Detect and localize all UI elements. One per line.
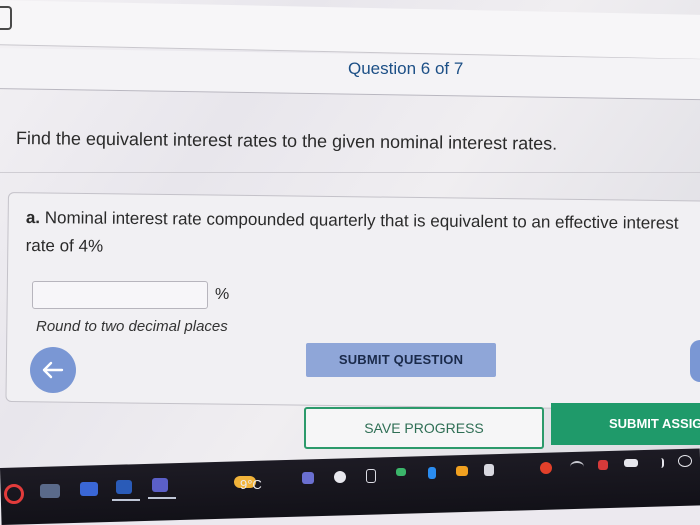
previous-button[interactable] xyxy=(30,347,76,393)
browser-viewport: Question 6 of 7 Find the equivalent inte… xyxy=(0,0,700,478)
teams-icon[interactable] xyxy=(152,478,168,492)
part-description: Nominal interest rate compounded quarter… xyxy=(25,208,679,256)
app-orange-icon[interactable] xyxy=(456,466,468,476)
app-tray-icon[interactable] xyxy=(334,471,346,483)
answer-input[interactable] xyxy=(32,281,208,309)
question-counter: Question 6 of 7 xyxy=(348,59,464,78)
app-red-icon[interactable] xyxy=(540,462,552,474)
question-prompt: Find the equivalent interest rates to th… xyxy=(15,128,558,154)
shield-icon[interactable] xyxy=(484,464,494,476)
app-red2-icon[interactable] xyxy=(598,460,608,470)
zoom-icon[interactable] xyxy=(80,482,98,496)
teams-tray-icon[interactable] xyxy=(302,472,314,484)
arrow-left-icon xyxy=(42,361,64,379)
opera-icon[interactable] xyxy=(4,484,24,504)
weather-temperature[interactable]: 9°C xyxy=(240,477,262,492)
rounding-hint: Round to two decimal places xyxy=(36,318,228,335)
teams-active-indicator xyxy=(148,497,176,499)
save-progress-button[interactable]: SAVE PROGRESS xyxy=(304,407,544,449)
next-button[interactable] xyxy=(690,340,700,382)
divider xyxy=(0,172,700,173)
file-explorer-icon[interactable] xyxy=(40,484,60,498)
volume-icon[interactable] xyxy=(652,458,664,468)
bluetooth-icon[interactable] xyxy=(428,467,436,479)
wifi-icon[interactable] xyxy=(570,461,584,473)
menu-icon[interactable] xyxy=(0,6,12,30)
part-label: a. xyxy=(25,207,41,228)
submit-question-button[interactable]: SUBMIT QUESTION xyxy=(306,343,496,377)
battery-tray-icon[interactable] xyxy=(396,468,406,476)
phone-tray-icon[interactable] xyxy=(366,469,376,483)
submit-assignment-button[interactable]: SUBMIT ASSIG xyxy=(551,403,700,445)
word-icon[interactable] xyxy=(116,480,132,494)
pen-icon[interactable] xyxy=(678,455,692,467)
percent-unit: % xyxy=(215,286,230,303)
network-icon[interactable] xyxy=(624,459,638,467)
question-part-text: a. Nominal interest rate compounded quar… xyxy=(26,204,700,266)
word-active-indicator xyxy=(112,499,140,501)
